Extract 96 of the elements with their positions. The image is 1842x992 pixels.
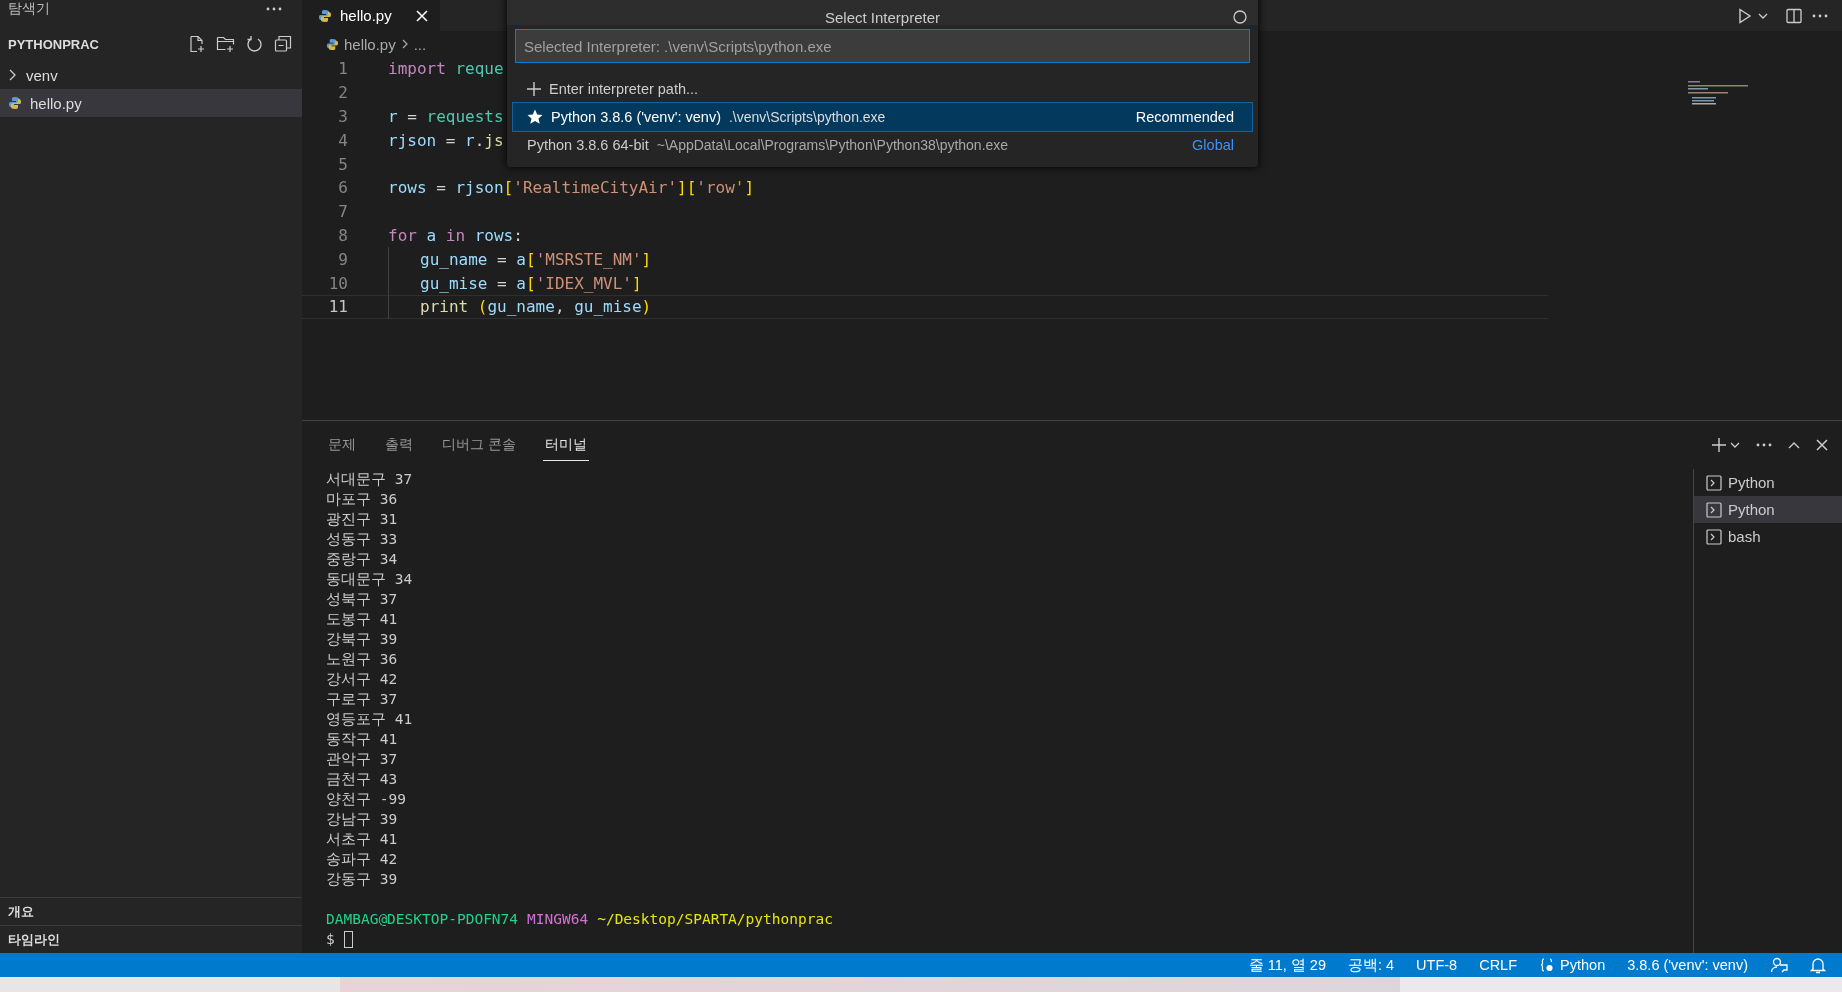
chevron-down-icon[interactable] xyxy=(1730,441,1740,449)
status-item[interactable]: 3.8.6 ('venv': venv) xyxy=(1627,957,1748,973)
panel-tab[interactable]: 문제 xyxy=(326,429,358,461)
language-status[interactable]: Python xyxy=(1539,957,1606,973)
terminal-output-line: 양천구 -99 xyxy=(326,790,407,809)
run-icon[interactable] xyxy=(1738,7,1752,24)
collapse-all-icon[interactable] xyxy=(274,35,292,53)
prompt-user-host: DAMBAG@DESKTOP-PDOFN74 xyxy=(326,910,519,929)
interpreter-search-field[interactable]: Selected Interpreter: .\venv\Scripts\python.exe xyxy=(515,29,1250,63)
terminal-icon xyxy=(1706,474,1722,491)
terminal-output-line: 성동구 33 xyxy=(326,530,399,549)
line-number: 10 xyxy=(327,273,348,293)
interpreter-option[interactable]: Python 3.8.6 64-bit ~\AppData\Local\Programs\Python\Python38\python.exe Global xyxy=(513,131,1252,159)
collapsed-section-header[interactable]: 개요 xyxy=(0,897,302,925)
terminal-output-line: 구로구 37 xyxy=(326,690,399,709)
new-folder-icon[interactable] xyxy=(216,35,236,53)
terminal-output-line: 관악구 37 xyxy=(326,750,399,769)
feedback-icon[interactable] xyxy=(1770,956,1788,974)
terminal-output-line: 강서구 42 xyxy=(326,670,399,689)
terminal-output-line: 강북구 39 xyxy=(326,630,399,649)
terminal-output-line: 마포구 36 xyxy=(326,490,399,509)
terminal-output-line: 동작구 41 xyxy=(326,730,399,749)
split-editor-icon[interactable] xyxy=(1786,7,1802,24)
python-file-icon xyxy=(8,96,22,110)
more-icon[interactable] xyxy=(266,7,282,11)
more-icon[interactable] xyxy=(1756,443,1772,447)
status-item[interactable]: UTF-8 xyxy=(1416,957,1458,973)
terminal-output-line: 서초구 41 xyxy=(326,830,399,849)
terminal-output-line: 금천구 43 xyxy=(326,770,399,789)
prompt-path: ~/Desktop/SPARTA/pythonprac xyxy=(597,910,833,929)
file-tree-item[interactable]: venv xyxy=(0,61,302,89)
chevron-down-icon[interactable] xyxy=(1758,11,1768,20)
terminal-list-item[interactable]: Python xyxy=(1694,496,1842,523)
terminal-list-item[interactable]: Python xyxy=(1694,469,1842,496)
plus-icon xyxy=(527,82,541,96)
terminal-output-line: 강남구 39 xyxy=(326,810,399,829)
breadcrumb-item[interactable]: hello.py xyxy=(344,35,396,53)
terminal-output-line: 중랑구 34 xyxy=(326,550,399,569)
code-line: print (gu_name, gu_mise) xyxy=(420,297,652,317)
more-icon[interactable] xyxy=(1812,13,1828,18)
panel-tab[interactable]: 터미널 xyxy=(542,429,589,461)
line-number: 5 xyxy=(337,154,348,174)
status-item[interactable]: 공백: 4 xyxy=(1347,955,1395,975)
file-tree-item[interactable]: hello.py xyxy=(0,89,302,117)
line-number: 2 xyxy=(337,83,348,103)
panel-tab[interactable]: 출력 xyxy=(383,429,415,461)
terminal-output-line: 동대문구 34 xyxy=(326,570,414,589)
code-line: gu_mise = a['IDEX_MVL'] xyxy=(420,273,642,293)
chevron-icon xyxy=(8,68,18,82)
explorer-title: 탐색기 xyxy=(8,0,50,18)
code-line: rjson = r.js xyxy=(388,130,504,150)
plus-icon[interactable] xyxy=(1712,438,1726,452)
bell-icon[interactable] xyxy=(1810,956,1826,974)
new-file-icon[interactable] xyxy=(188,35,206,53)
panel-tab[interactable]: 디버그 콘솔 xyxy=(440,429,518,461)
code-line: import reque xyxy=(388,59,504,79)
folder-section-header[interactable]: PYTHONPRAC xyxy=(0,27,302,61)
terminal-output-line: 영등포구 41 xyxy=(326,710,414,729)
terminal-icon xyxy=(1706,528,1722,545)
terminal-output-line: 성북구 37 xyxy=(326,590,399,609)
terminal-cursor xyxy=(343,930,353,948)
line-number: 7 xyxy=(337,202,348,222)
status-item[interactable]: 줄 11, 열 29 xyxy=(1248,955,1326,975)
line-number: 11 xyxy=(327,297,348,317)
close-icon[interactable] xyxy=(1816,439,1828,451)
interpreter-option[interactable]: Enter interpreter path... xyxy=(513,75,1252,103)
terminal-output-line: 노원구 36 xyxy=(326,650,399,669)
editor-tab[interactable]: hello.py xyxy=(302,0,440,31)
prompt-system: MINGW64 xyxy=(527,910,589,929)
status-item[interactable]: CRLF xyxy=(1479,957,1518,973)
code-line: for a in rows: xyxy=(388,225,523,245)
terminal-output-line: 서대문구 37 xyxy=(326,470,414,489)
python-file-icon xyxy=(318,8,332,23)
terminal-output-line: 광진구 31 xyxy=(326,510,399,529)
braces-icon xyxy=(1539,957,1556,973)
code-line: gu_name = a['MSRSTE_NM'] xyxy=(420,249,652,269)
interpreter-option[interactable]: Python 3.8.6 ('venv': venv) .\venv\Scripts\python.exe Recommended xyxy=(513,103,1252,131)
prompt-symbol: $ xyxy=(326,930,335,949)
line-number: 1 xyxy=(337,59,348,79)
line-number: 4 xyxy=(337,130,348,150)
terminal-output-line: 송파구 42 xyxy=(326,850,399,869)
python-file-icon xyxy=(326,37,339,51)
terminal-output-line: 강동구 39 xyxy=(326,870,399,889)
line-number: 8 xyxy=(337,225,348,245)
line-number: 6 xyxy=(337,178,348,198)
line-number: 9 xyxy=(337,249,348,269)
terminal-output-line: 도봉구 41 xyxy=(326,610,399,629)
code-line: rows = rjson['RealtimeCityAir']['row'] xyxy=(388,178,755,198)
terminal-list-item[interactable]: bash xyxy=(1694,523,1842,550)
terminal-icon xyxy=(1706,501,1722,518)
chevron-up-icon[interactable] xyxy=(1788,441,1800,449)
chevron-right-icon xyxy=(400,38,409,50)
dialog-title: Select Interpreter xyxy=(824,10,941,25)
line-number: 3 xyxy=(337,107,348,126)
code-line: r = requests xyxy=(388,107,504,126)
breadcrumb-item[interactable]: ... xyxy=(413,35,427,53)
